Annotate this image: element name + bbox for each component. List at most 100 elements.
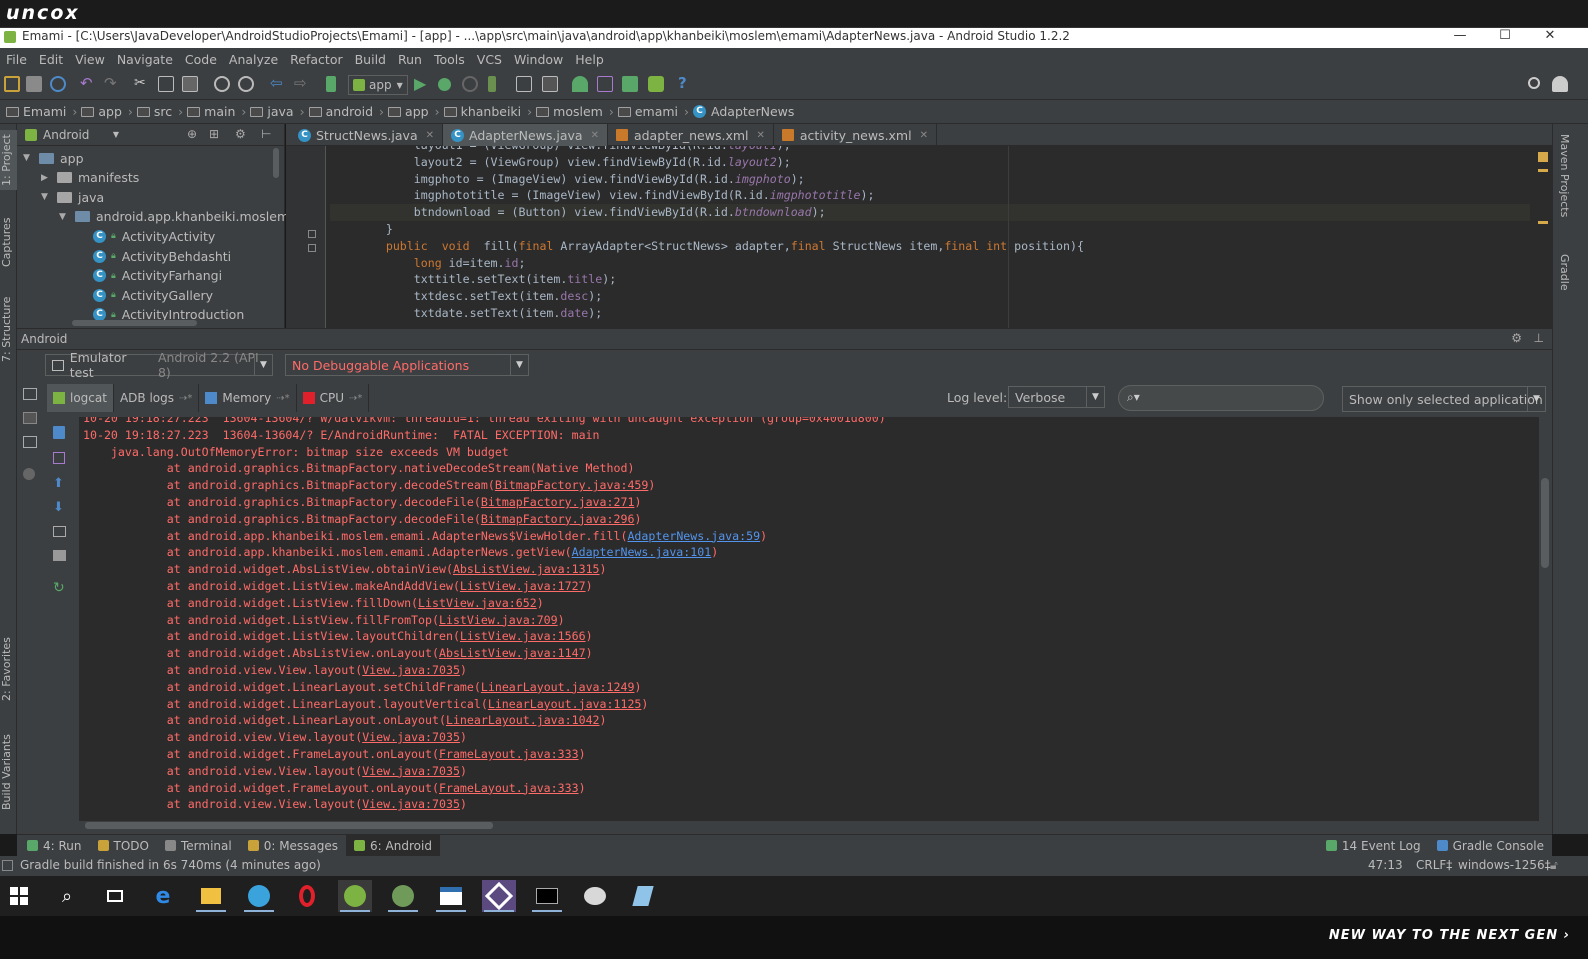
menu-file[interactable]: File [0, 52, 33, 67]
stacktrace-link[interactable]: AdapterNews.java:101 [572, 545, 712, 559]
line-separator[interactable]: CRLF‡ [1416, 858, 1452, 872]
log-line[interactable]: 10-20 19:18:27.223 13604-13604/? W/dalvi… [83, 417, 886, 427]
copy-icon[interactable] [158, 76, 174, 92]
log-line[interactable]: at android.widget.ListView.makeAndAddVie… [83, 578, 593, 595]
breadcrumb-item[interactable]: main › [187, 104, 246, 119]
tool-run[interactable]: 4: Run [19, 835, 90, 857]
minimize-icon[interactable]: — [1440, 28, 1480, 48]
stacktrace-link[interactable]: ListView.java:709 [439, 613, 558, 627]
menu-code[interactable]: Code [179, 52, 223, 67]
stacktrace-link[interactable]: View.java:7035 [362, 663, 460, 677]
menu-run[interactable]: Run [392, 52, 428, 67]
search-icon[interactable]: ⌕ [50, 880, 84, 912]
horizontal-scrollbar[interactable] [72, 320, 197, 326]
log-line[interactable]: at android.graphics.BitmapFactory.decode… [83, 477, 656, 494]
task-view-icon[interactable] [98, 880, 132, 912]
menu-navigate[interactable]: Navigate [111, 52, 179, 67]
log-line[interactable]: at android.graphics.BitmapFactory.decode… [83, 511, 642, 528]
run-config-select[interactable]: app ▼ [348, 75, 408, 95]
fold-icon[interactable] [308, 244, 316, 252]
help-icon[interactable]: ? [678, 76, 694, 92]
menu-tools[interactable]: Tools [428, 52, 471, 67]
log-line[interactable]: at android.widget.FrameLayout.onLayout(F… [83, 780, 586, 797]
stacktrace-link[interactable]: View.java:7035 [362, 764, 460, 778]
collapse-all-icon[interactable]: ⊞ [209, 127, 219, 141]
log-line[interactable]: at android.graphics.BitmapFactory.native… [83, 460, 635, 477]
replace-icon[interactable] [238, 76, 254, 92]
stacktrace-link[interactable]: ListView.java:652 [418, 596, 537, 610]
menu-view[interactable]: View [69, 52, 111, 67]
close-icon[interactable]: ✕ [426, 130, 434, 141]
expanded-arrow-icon[interactable]: ▼ [59, 212, 69, 222]
scroll-to-end-icon[interactable] [53, 452, 65, 464]
code-line[interactable]: txtdate.setText(item.date); [330, 305, 1530, 322]
log-line[interactable]: at android.widget.LinearLayout.layoutVer… [83, 696, 649, 713]
expanded-arrow-icon[interactable]: ▼ [41, 192, 51, 202]
vertical-scrollbar[interactable] [273, 148, 279, 178]
android-monitor-taskbar-icon[interactable] [386, 880, 420, 912]
log-line[interactable]: at android.app.khanbeiki.moslem.emami.Ad… [83, 544, 718, 561]
file-explorer-icon[interactable] [194, 880, 228, 912]
tree-item[interactable]: C 🔒︎ ActivityGallery [93, 285, 213, 305]
debug-icon[interactable] [438, 78, 451, 91]
tree-item[interactable]: ▼ app [23, 148, 84, 168]
console-icon[interactable] [530, 880, 564, 912]
soft-wrap-icon[interactable] [53, 526, 66, 537]
log-line[interactable]: at android.widget.LinearLayout.onLayout(… [83, 712, 607, 729]
log-level-select[interactable]: Verbose ▼ [1008, 386, 1105, 408]
log-line[interactable]: at android.widget.ListView.layoutChildre… [83, 628, 593, 645]
pin-icon[interactable]: ⇢* [179, 393, 192, 404]
hide-panel-icon[interactable]: ⊥ [1534, 331, 1544, 345]
process-select[interactable]: No Debuggable Applications ▼ [285, 354, 529, 376]
log-line[interactable]: at android.graphics.BitmapFactory.decode… [83, 494, 642, 511]
open-folder-icon[interactable] [4, 76, 20, 92]
terminate-icon[interactable] [23, 468, 35, 480]
expanded-arrow-icon[interactable]: ▼ [23, 153, 33, 163]
tab-logcat[interactable]: logcat [47, 384, 114, 412]
code-area[interactable]: layout1 = (ViewGroup) view.findViewById(… [330, 146, 1530, 328]
stacktrace-link[interactable]: BitmapFactory.java:296 [481, 512, 635, 526]
sync-icon[interactable] [50, 76, 66, 92]
editor-tab[interactable]: adapter_news.xml ✕ [608, 124, 774, 146]
stacktrace-link[interactable]: ListView.java:1566 [460, 629, 586, 643]
log-line[interactable]: java.lang.OutOfMemoryError: bitmap size … [83, 444, 509, 461]
paint-icon[interactable] [578, 880, 612, 912]
tool-event-log[interactable]: 14 Event Log [1318, 835, 1429, 857]
close-icon[interactable]: ✕ [757, 130, 765, 141]
tree-item[interactable]: ▶ manifests [41, 168, 139, 188]
file-encoding[interactable]: windows-1256‡ [1458, 858, 1551, 872]
log-line[interactable]: at android.view.View.layout(View.java:70… [83, 729, 467, 746]
tab-project[interactable]: 1: Project [0, 130, 17, 190]
opera-icon[interactable] [290, 880, 324, 912]
screen-record-icon[interactable] [23, 412, 37, 424]
maximize-icon[interactable]: ☐ [1485, 28, 1525, 48]
close-icon[interactable]: ✕ [1530, 28, 1570, 48]
screen-capture-icon[interactable] [23, 388, 37, 400]
menu-build[interactable]: Build [349, 52, 392, 67]
warning-stripe[interactable] [1538, 221, 1548, 224]
find-icon[interactable] [214, 76, 230, 92]
log-line[interactable]: at android.widget.ListView.fillFromTop(L… [83, 612, 565, 629]
attach-debugger-icon[interactable] [488, 76, 496, 92]
log-line[interactable]: at android.widget.LinearLayout.setChildF… [83, 679, 642, 696]
code-line[interactable]: imgphototitle = (ImageView) view.findVie… [330, 187, 1530, 204]
breadcrumb-item[interactable]: khanbeiki › [443, 104, 532, 119]
menu-analyze[interactable]: Analyze [223, 52, 284, 67]
breadcrumb-item[interactable]: java › [250, 104, 305, 119]
tab-adb-logs[interactable]: ADB logs ⇢* [114, 384, 200, 412]
breadcrumb-item[interactable]: C AdapterNews [693, 104, 794, 119]
breadcrumb-item[interactable]: app › [81, 104, 133, 119]
android-device-icon[interactable] [648, 76, 664, 92]
print-icon[interactable] [53, 550, 66, 561]
cursor-position[interactable]: 47:13 [1368, 858, 1403, 872]
android-monitor-icon[interactable] [622, 76, 638, 92]
editor-tab[interactable]: activity_news.xml ✕ [774, 124, 937, 146]
code-line[interactable]: layout1 = (ViewGroup) view.findViewById(… [330, 146, 1530, 154]
breadcrumb-item[interactable]: emami › [617, 104, 689, 119]
breadcrumb-item[interactable]: app › [388, 104, 440, 119]
breadcrumb-item[interactable]: moslem › [536, 104, 614, 119]
app-window-icon[interactable] [434, 880, 468, 912]
paste-icon[interactable] [182, 76, 198, 92]
log-line[interactable]: at android.widget.AbsListView.obtainView… [83, 561, 607, 578]
tool-todo[interactable]: TODO [90, 835, 157, 857]
